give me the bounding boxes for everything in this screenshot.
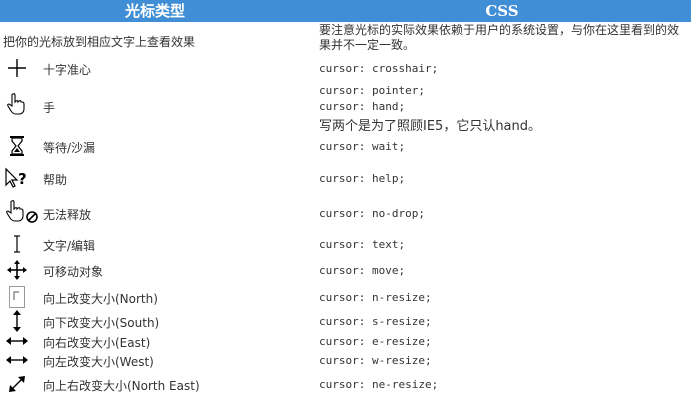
list-item-label: 可移动对象 xyxy=(43,265,104,279)
css-value-alt: cursor: hand; xyxy=(319,100,406,113)
help-icon: ? xyxy=(4,166,30,190)
w-resize-icon xyxy=(4,349,30,371)
move-icon xyxy=(4,258,30,282)
list-item[interactable]: ? 帮助 cursor: help; xyxy=(0,165,691,191)
css-value: cursor: text; xyxy=(319,238,406,251)
css-value: cursor: s-resize; xyxy=(319,315,432,328)
css-value: cursor: wait; xyxy=(319,140,406,153)
list-item-label: 向上改变大小(North) xyxy=(43,292,158,306)
no-drop-icon xyxy=(4,200,38,224)
list-item-label: 等待/沙漏 xyxy=(43,141,96,155)
hourglass-icon xyxy=(4,134,30,158)
list-item-label: 向左改变大小(West) xyxy=(43,355,154,369)
text-ibeam-icon xyxy=(4,232,30,256)
list-item[interactable]: 无法释放 cursor: no-drop; xyxy=(0,198,691,228)
css-value: cursor: move; xyxy=(319,264,406,277)
css-value: cursor: w-resize; xyxy=(319,354,432,367)
list-item-label: 帮助 xyxy=(43,173,68,187)
hand-pointer-icon xyxy=(4,92,30,116)
list-item-label: 向上右改变大小(North East) xyxy=(43,379,200,393)
css-value: cursor: help; xyxy=(319,172,406,185)
css-value: cursor: crosshair; xyxy=(319,62,439,75)
n-resize-icon xyxy=(4,285,30,309)
css-value: cursor: e-resize; xyxy=(319,335,432,348)
list-item-label: 无法释放 xyxy=(43,208,92,222)
list-item[interactable]: 向上改变大小(North) cursor: n-resize; xyxy=(0,285,691,309)
list-item-label: 文字/编辑 xyxy=(43,239,96,253)
css-value: cursor: pointer; xyxy=(319,84,425,97)
css-value: cursor: ne-resize; xyxy=(319,378,439,391)
list-item[interactable]: 可移动对象 cursor: move; xyxy=(0,258,691,282)
crosshair-icon xyxy=(4,56,30,80)
css-value: cursor: n-resize; xyxy=(319,291,432,304)
list-item-label: 向下改变大小(South) xyxy=(43,316,160,330)
list-item-label: 十字准心 xyxy=(43,63,92,77)
list-item[interactable]: 十字准心 cursor: crosshair; xyxy=(0,56,691,80)
compat-note: 写两个是为了照顾IE5，它只认hand。 xyxy=(319,119,542,134)
svg-text:?: ? xyxy=(18,170,27,188)
list-item[interactable]: 文字/编辑 cursor: text; xyxy=(0,232,691,256)
ne-resize-icon xyxy=(4,372,30,396)
cursor-list: 十字准心 cursor: crosshair; 手 cursor: pointe… xyxy=(0,0,691,400)
css-value: cursor: no-drop; xyxy=(319,207,425,220)
list-item[interactable]: 向上右改变大小(North East) cursor: ne-resize; xyxy=(0,372,691,396)
list-item[interactable]: 等待/沙漏 cursor: wait; xyxy=(0,134,691,158)
list-item-label: 手 xyxy=(43,101,56,115)
list-item[interactable]: 手 cursor: pointer; cursor: hand; 写两个是为了照… xyxy=(0,83,691,134)
list-item[interactable]: 向左改变大小(West) cursor: w-resize; xyxy=(0,349,691,371)
